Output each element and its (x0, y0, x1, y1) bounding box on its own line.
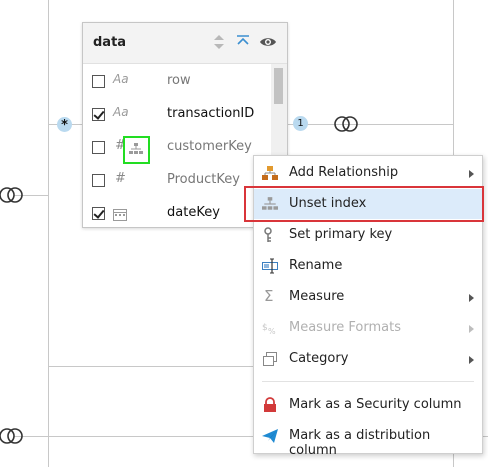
menu-item-category[interactable]: Category (254, 344, 482, 374)
field-checkbox[interactable] (92, 207, 105, 220)
menu-item-measure[interactable]: Σ Measure (254, 282, 482, 312)
rename-icon (262, 258, 278, 274)
field-name[interactable]: customerKey (167, 139, 252, 154)
field-name[interactable]: dateKey (167, 205, 220, 220)
table-title: data (93, 35, 127, 50)
field-checkbox[interactable] (92, 174, 105, 187)
menu-item-add-relationship[interactable]: Add Relationship (254, 158, 482, 188)
text-type-icon: Aa (113, 72, 129, 86)
sigma-icon: Σ (264, 287, 274, 305)
submenu-arrow-icon (469, 294, 474, 302)
category-icon (263, 352, 277, 366)
eye-icon[interactable] (259, 33, 277, 51)
menu-item-set-primary-key[interactable]: Set primary key (254, 220, 482, 250)
svg-text:%: % (268, 327, 276, 336)
menu-item-security-column[interactable]: Mark as a Security column (254, 390, 482, 420)
relationship-icon (262, 166, 278, 180)
cardinality-many-badge[interactable]: * (57, 117, 72, 133)
menu-item-label: Category (289, 351, 349, 366)
format-icon: $ % (262, 323, 276, 336)
index-icon-highlight (123, 136, 150, 164)
connector-line-left (48, 0, 49, 467)
table-card-header[interactable]: data (83, 23, 287, 64)
menu-item-label: Set primary key (289, 227, 393, 242)
submenu-arrow-icon (469, 356, 474, 364)
menu-item-rename[interactable]: Rename (254, 251, 482, 281)
field-row-transactionID[interactable]: Aa transactionID (83, 100, 271, 133)
menu-item-label: Add Relationship (289, 165, 399, 180)
number-type-icon: # (115, 171, 126, 186)
svg-text:$: $ (262, 323, 268, 333)
menu-item-distribution-column[interactable]: Mark as a distribution column (254, 421, 482, 458)
submenu-arrow-icon (469, 170, 474, 178)
submenu-arrow-icon (469, 325, 474, 333)
relationship-join-icon-left[interactable] (0, 186, 25, 204)
relationship-join-icon[interactable] (332, 115, 360, 133)
sort-icon[interactable] (210, 33, 228, 51)
connector-line-top-right (286, 124, 454, 125)
menu-item-label: Measure (289, 289, 345, 304)
field-checkbox[interactable] (92, 75, 105, 88)
send-icon (262, 429, 278, 443)
menu-separator (262, 381, 474, 382)
field-checkbox[interactable] (92, 108, 105, 121)
text-type-icon: Aa (113, 105, 129, 119)
relationship-join-icon-bottom[interactable] (0, 427, 25, 445)
cardinality-one-badge[interactable]: 1 (293, 116, 308, 131)
field-name[interactable]: ProductKey (167, 172, 240, 187)
field-checkbox[interactable] (92, 141, 105, 154)
menu-item-label: Mark as a Security column (289, 397, 462, 412)
lock-icon (264, 397, 276, 412)
calendar-icon (113, 209, 127, 221)
key-icon (264, 227, 272, 242)
connector-line-bottom (14, 436, 254, 437)
menu-item-label: Measure Formats (289, 320, 401, 335)
menu-item-label: Rename (289, 258, 343, 273)
field-row-dateKey[interactable]: dateKey (83, 199, 271, 227)
field-row-ProductKey[interactable]: # ProductKey (83, 166, 271, 199)
menu-item-measure-formats[interactable]: $ % Measure Formats (254, 313, 482, 343)
cardinality-many-label: * (61, 118, 68, 133)
menu-item-label: Mark as a distribution column (289, 428, 431, 458)
cardinality-one-label: 1 (297, 118, 304, 129)
field-name[interactable]: row (167, 73, 191, 88)
field-name[interactable]: transactionID (167, 106, 254, 121)
scrollbar-thumb[interactable] (274, 68, 283, 104)
field-row-row[interactable]: Aa row (83, 67, 271, 100)
connector-line-mid (48, 366, 254, 367)
unset-index-highlight (244, 186, 484, 222)
field-row-customerKey[interactable]: # customerKey (83, 133, 271, 166)
collapse-icon[interactable] (234, 33, 252, 51)
